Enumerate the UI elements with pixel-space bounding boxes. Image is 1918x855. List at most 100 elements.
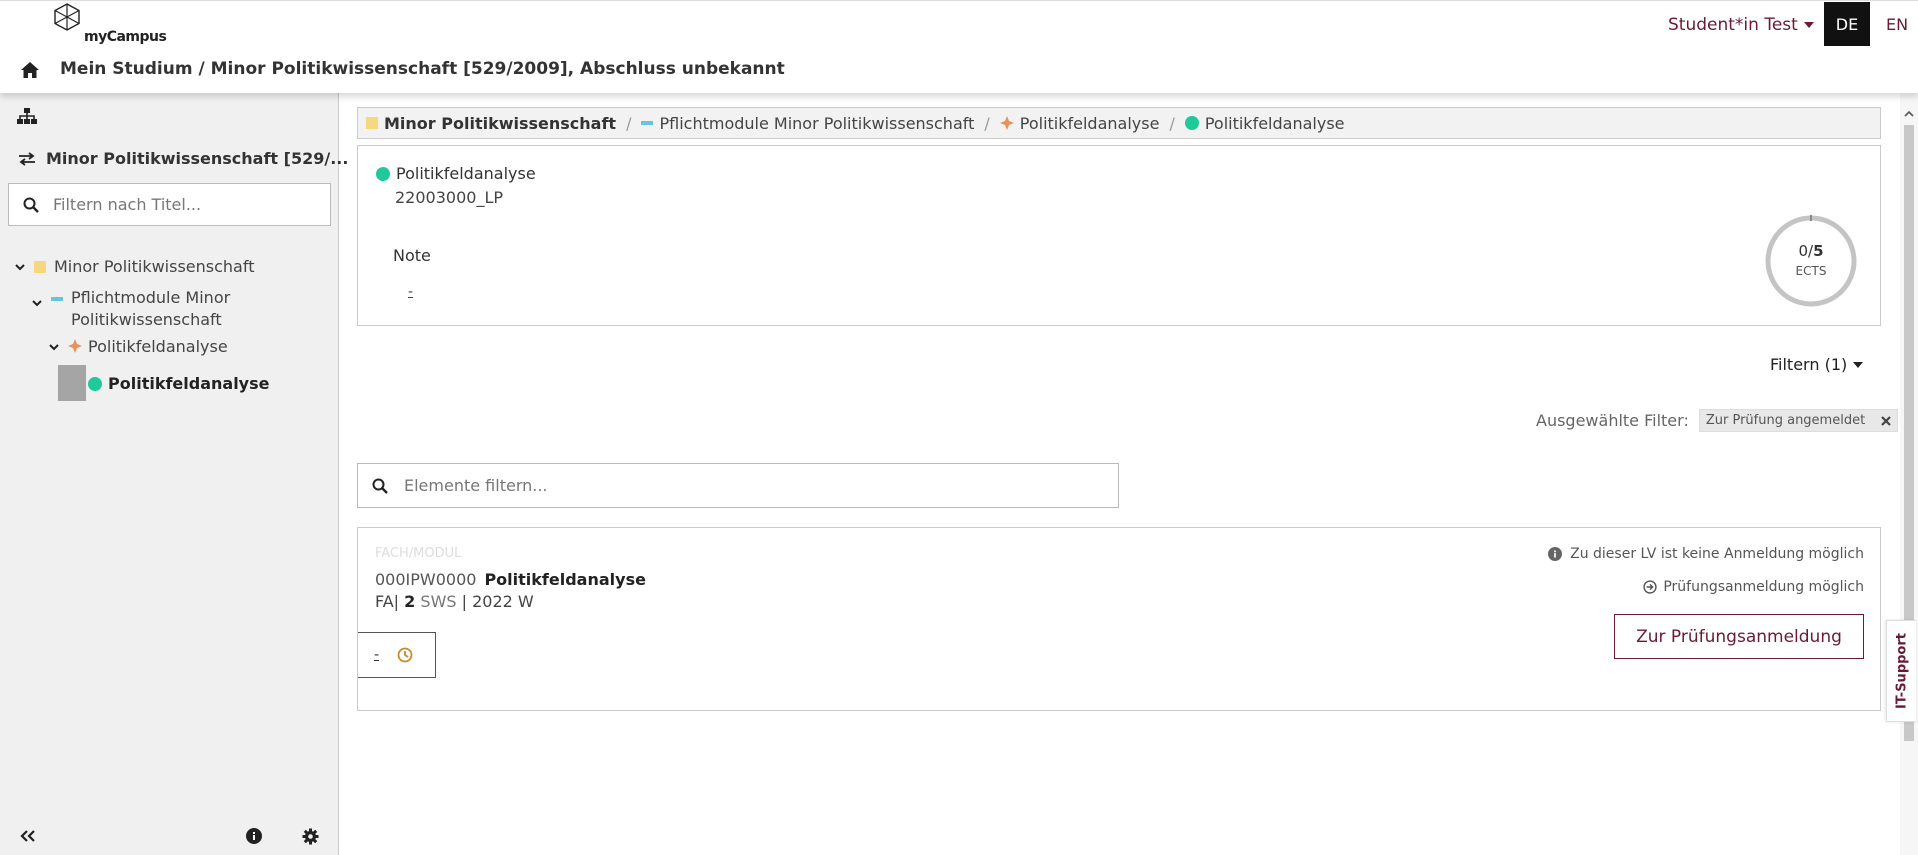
breadcrumb-item-pflichtmodule[interactable]: Pflichtmodule Minor Politikwissenschaft (641, 114, 974, 133)
module-title: Politikfeldanalyse (376, 164, 536, 183)
search-icon (372, 478, 388, 494)
tree-item-politikfeldanalyse-group[interactable]: Politikfeldanalyse (48, 337, 228, 356)
close-icon[interactable] (1881, 415, 1891, 426)
info-icon (1548, 547, 1563, 561)
course-status-value: - (374, 647, 380, 663)
selected-filters-label: Ausgewählte Filter: (1536, 411, 1689, 430)
scroll-up-icon[interactable] (1904, 109, 1914, 119)
sidebar: Minor Politikwissenschaft [529/... Minor… (0, 93, 375, 855)
no-registration-text: Zu dieser LV ist keine Anmeldung möglich (1570, 546, 1864, 562)
it-support-label: IT-Support (1894, 633, 1909, 709)
lang-en-button[interactable]: EN (1880, 2, 1914, 46)
main-content: Minor Politikwissenschaft / Pflichtmodul… (340, 93, 1900, 855)
tree-item-label: Minor Politikwissenschaft (54, 257, 255, 276)
tree-item-label: Politikfeldanalyse (88, 337, 228, 356)
tree-item-minor[interactable]: Minor Politikwissenschaft (14, 257, 254, 276)
filter-button[interactable]: Filtern (1) (1770, 355, 1864, 374)
course-title[interactable]: Politikfeldanalyse (484, 570, 645, 589)
caret-down-icon (1803, 22, 1814, 28)
user-menu[interactable]: Student*in Test (1668, 15, 1814, 35)
breadcrumb-separator: / (1169, 113, 1175, 133)
search-icon (23, 197, 39, 213)
breadcrumb-separator: / (626, 113, 632, 133)
course-code: 000IPW0000 (375, 570, 477, 589)
main-scrollbar[interactable] (1900, 93, 1918, 855)
sidebar-footer (0, 813, 339, 853)
diamond-star-icon (999, 116, 1014, 130)
home-icon[interactable] (20, 61, 40, 79)
program-switcher-label: Minor Politikwissenschaft [529/... (46, 149, 349, 168)
grade-value: - (408, 284, 414, 300)
course-sws-label: SWS (420, 592, 457, 611)
status-dot-icon (1184, 116, 1199, 130)
exam-possible-text: Prüfungsanmeldung möglich (1663, 579, 1864, 595)
status-dot-icon (88, 377, 102, 391)
exam-possible-info: Prüfungsanmeldung möglich (1643, 579, 1864, 595)
ects-value: 0/5 (1764, 242, 1858, 260)
breadcrumb: Minor Politikwissenschaft / Pflichtmodul… (357, 107, 1881, 139)
breadcrumb-label: Politikfeldanalyse (1019, 113, 1160, 133)
module-square-icon (34, 261, 46, 273)
course-card: FACH/MODUL 000IPW0000 Politikfeldanalyse… (357, 527, 1881, 711)
filter-chip: Zur Prüfung angemeldet (1698, 409, 1899, 432)
progress-ring-icon (1765, 215, 1857, 307)
gear-icon[interactable] (302, 828, 319, 845)
grade-label: Note (393, 246, 431, 265)
pflicht-bar-icon (641, 121, 654, 125)
breadcrumb-item-politikfeldanalyse-group[interactable]: Politikfeldanalyse (999, 113, 1160, 133)
course-sws-value: 2 (404, 592, 416, 611)
tree-item-label: Pflichtmodule Minor Politikwissenschaft (71, 287, 230, 331)
module-square-icon (366, 117, 378, 129)
tree-item-pflichtmodule[interactable]: Pflichtmodule Minor Politikwissenschaft (31, 287, 230, 331)
breadcrumb-item-minor[interactable]: Minor Politikwissenschaft (366, 114, 616, 133)
course-status-chip[interactable]: - (358, 632, 436, 678)
info-icon[interactable] (246, 828, 262, 844)
course-meta: FA| 2 SWS | 2022 W (375, 592, 534, 611)
exam-registration-button[interactable]: Zur Prüfungsanmeldung (1614, 614, 1864, 659)
no-registration-info: Zu dieser LV ist keine Anmeldung möglich (1548, 546, 1864, 562)
module-title-text: Politikfeldanalyse (396, 164, 536, 183)
tree-item-label: Politikfeldanalyse (108, 374, 270, 393)
top-header: myCampus Student*in Test DE EN Mein Stud… (0, 0, 1918, 93)
filter-chip-label: Zur Prüfung angemeldet (1705, 413, 1866, 428)
chevron-down-icon[interactable] (48, 341, 60, 353)
breadcrumb-label: Politikfeldanalyse (1204, 113, 1345, 133)
chevron-down-icon[interactable] (31, 297, 43, 309)
pflicht-bar-icon (51, 297, 63, 301)
tree-item-politikfeldanalyse-selected[interactable]: Politikfeldanalyse (88, 374, 269, 393)
ects-unit: ECTS (1795, 264, 1827, 278)
module-detail-card: Politikfeldanalyse 22003000_LP Note - 0/… (357, 145, 1881, 326)
breadcrumb-label: Pflichtmodule Minor Politikwissenschaft (659, 113, 975, 133)
exchange-icon (19, 151, 35, 166)
logo[interactable]: myCampus (54, 3, 167, 47)
sitemap-icon[interactable] (16, 107, 38, 125)
tree-item-label-line1: Pflichtmodule Minor (71, 288, 231, 307)
logo-cube-icon (54, 3, 80, 31)
clock-icon (397, 647, 413, 663)
course-type: FACH/MODUL (375, 546, 462, 561)
program-switcher[interactable]: Minor Politikwissenschaft [529/... (18, 149, 375, 168)
breadcrumb-separator: / (984, 113, 990, 133)
module-code: 22003000_LP (395, 188, 503, 207)
elements-search (357, 463, 1119, 508)
course-semester: | 2022 W (461, 592, 534, 611)
lang-de-button[interactable]: DE (1824, 2, 1870, 46)
diamond-star-icon (68, 339, 82, 353)
arrow-circle-right-icon (1643, 580, 1657, 594)
collapse-double-chevron-icon[interactable] (20, 829, 36, 843)
ects-earned: 0/ (1798, 242, 1814, 260)
sidebar-search-input[interactable] (53, 195, 303, 214)
chevron-down-icon[interactable] (14, 261, 26, 273)
selection-marker (58, 365, 86, 401)
sidebar-search (8, 183, 331, 226)
ects-total: 5 (1813, 242, 1824, 260)
tree-item-label-line2: Politikwissenschaft (71, 310, 222, 329)
breadcrumb-label: Minor Politikwissenschaft (384, 113, 617, 133)
ects-progress-ring: 0/5 ECTS (1764, 214, 1858, 308)
it-support-tab[interactable]: IT-Support (1886, 620, 1916, 722)
elements-search-input[interactable] (404, 476, 1084, 495)
course-header: 000IPW0000 Politikfeldanalyse (375, 570, 646, 589)
caret-down-icon (1853, 361, 1864, 368)
selected-filters: Ausgewählte Filter: Zur Prüfung angemeld… (1536, 409, 1899, 432)
page-title: Mein Studium / Minor Politikwissenschaft… (60, 59, 785, 79)
